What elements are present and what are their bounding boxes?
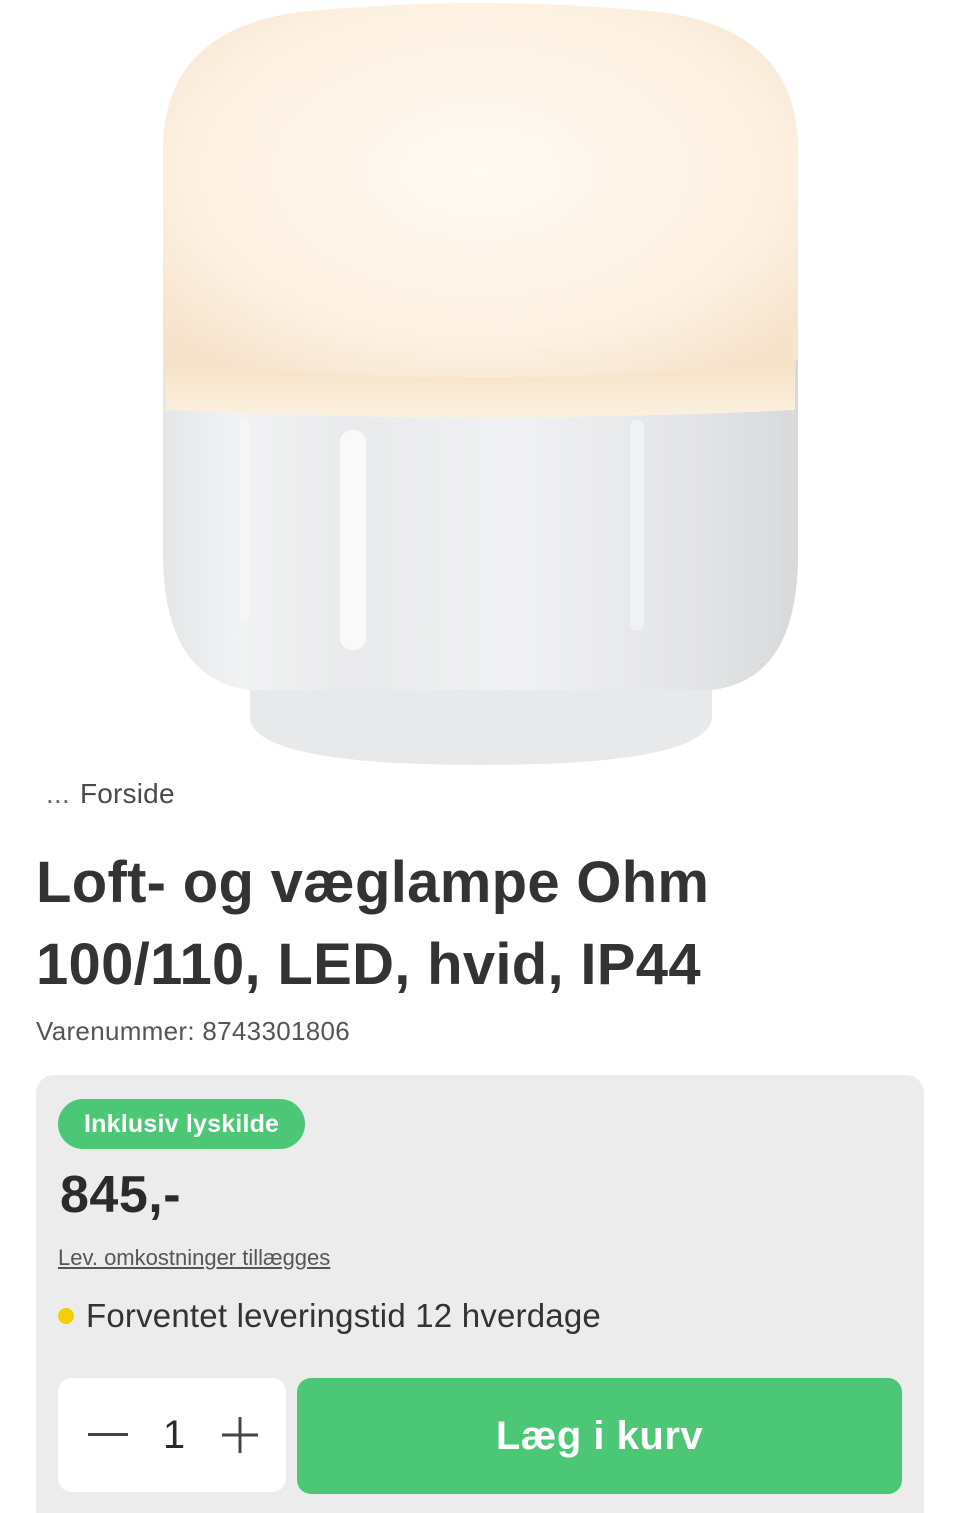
breadcrumb-item-home[interactable]: Forside — [80, 778, 175, 810]
breadcrumb-ellipsis[interactable]: ... — [46, 778, 70, 810]
product-title-line1: Loft- og væglampe Ohm — [36, 850, 710, 915]
sku-value: 8743301806 — [202, 1016, 351, 1046]
add-to-cart-button[interactable]: Læg i kurv — [297, 1378, 902, 1494]
product-title-line2: 100/110, LED, hvid, IP44 — [36, 932, 701, 997]
delivery-status-dot-icon — [58, 1308, 74, 1324]
product-image[interactable] — [0, 0, 960, 770]
delivery-estimate: Forventet leveringstid 12 hverdage — [58, 1297, 601, 1335]
delivery-estimate-text: Forventet leveringstid 12 hverdage — [86, 1297, 601, 1334]
buy-box: Inklusiv lyskilde 845,- Lev. omkostninge… — [36, 1075, 924, 1513]
shipping-costs-link[interactable]: Lev. omkostninger tillægges — [58, 1245, 330, 1271]
sku-label: Varenummer: — [36, 1016, 195, 1046]
product-price: 845,- — [60, 1166, 182, 1224]
breadcrumb: ... Forside — [46, 778, 175, 810]
product-title: Loft- og væglampe Ohm 100/110, LED, hvid… — [36, 842, 916, 1006]
quantity-input[interactable]: 1 — [163, 1413, 185, 1458]
lamp-illustration — [163, 3, 798, 765]
decrease-quantity-button[interactable] — [86, 1413, 130, 1457]
quantity-stepper: 1 — [58, 1378, 286, 1492]
included-light-source-badge: Inklusiv lyskilde — [58, 1099, 306, 1149]
increase-quantity-button[interactable] — [218, 1413, 262, 1457]
minus-icon — [88, 1433, 128, 1436]
product-sku: Varenummer: 8743301806 — [36, 1016, 350, 1047]
plus-icon — [222, 1417, 258, 1453]
